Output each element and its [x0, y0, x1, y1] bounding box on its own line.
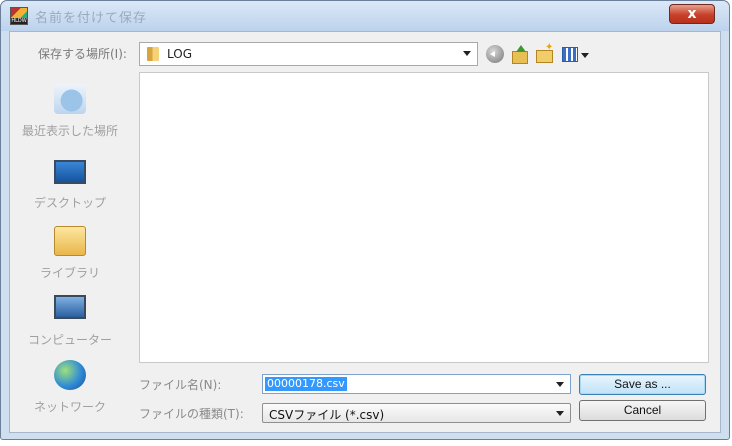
filetype-value: CSVファイル (*.csv) — [269, 408, 385, 422]
save-button[interactable]: Save as ... — [579, 374, 706, 395]
location-value: LOG — [167, 47, 193, 61]
place-library[interactable]: ライブラリ — [10, 226, 130, 290]
location-dropdown[interactable]: LOG — [139, 42, 478, 66]
filename-value[interactable]: 00000178.csv — [265, 377, 347, 391]
library-icon — [54, 226, 86, 256]
place-network[interactable]: ネットワーク — [10, 360, 130, 424]
computer-icon — [54, 295, 86, 319]
filetype-dropdown[interactable]: CSVファイル (*.csv) — [262, 403, 571, 423]
place-label: デスクトップ — [33, 196, 106, 210]
recent-places-icon — [54, 84, 86, 114]
place-label: ライブラリ — [39, 266, 100, 280]
close-button[interactable]: x — [669, 4, 715, 24]
place-label: ネットワーク — [33, 400, 106, 414]
chevron-down-icon[interactable] — [556, 382, 564, 387]
file-list[interactable] — [139, 72, 709, 363]
network-icon — [54, 360, 86, 390]
views-menu-icon[interactable] — [561, 45, 591, 63]
chevron-down-icon[interactable] — [556, 411, 564, 416]
place-recent[interactable]: 最近表示した場所 — [10, 84, 130, 148]
new-folder-icon[interactable] — [535, 42, 553, 63]
window-title: 名前を付けて保存 — [35, 11, 148, 26]
chevron-down-icon[interactable] — [463, 51, 471, 56]
place-desktop[interactable]: デスクトップ — [10, 156, 130, 220]
up-folder-icon[interactable] — [511, 45, 529, 64]
save-dialog: HLDW 名前を付けて保存 x 保存する場所(I): LOG 最近表示した場所 … — [0, 0, 730, 440]
filename-label: ファイル名(N): — [139, 378, 222, 392]
desktop-icon — [54, 160, 86, 184]
filename-input[interactable]: 00000178.csv — [262, 374, 571, 394]
place-label: コンピューター — [27, 333, 112, 347]
back-icon[interactable] — [486, 45, 504, 63]
folder-icon — [147, 47, 159, 61]
place-label: 最近表示した場所 — [21, 124, 118, 138]
dialog-body: 保存する場所(I): LOG 最近表示した場所 デスクトップ ライブラリ — [9, 31, 721, 433]
title-bar[interactable]: HLDW 名前を付けて保存 x — [1, 1, 729, 31]
save-in-label: 保存する場所(I): — [38, 47, 127, 61]
place-computer[interactable]: コンピューター — [10, 293, 130, 357]
filetype-label: ファイルの種類(T): — [139, 407, 244, 421]
cancel-button[interactable]: Cancel — [579, 400, 706, 421]
app-icon: HLDW — [10, 7, 28, 25]
places-bar: 最近表示した場所 デスクトップ ライブラリ コンピューター ネットワーク — [10, 72, 130, 432]
